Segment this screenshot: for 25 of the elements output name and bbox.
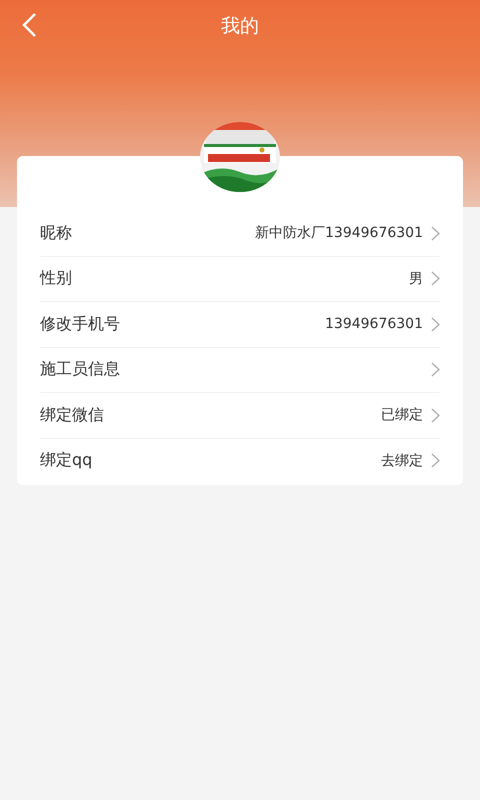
chevron-right-icon	[431, 362, 440, 378]
settings-row[interactable]: 昵称 新中防水厂13949676301	[40, 211, 440, 256]
chevron-right-icon	[431, 271, 440, 286]
row-value: 新中防水厂13949676301	[255, 224, 423, 242]
chevron-right-icon	[431, 316, 440, 332]
row-value: 13949676301	[325, 316, 423, 332]
row-label: 性别	[40, 268, 73, 290]
settings-row[interactable]: 修改手机号 13949676301	[40, 302, 440, 348]
chevron-right-icon	[431, 408, 440, 423]
page-title: 我的	[221, 14, 259, 39]
chevron-right-icon	[431, 453, 440, 468]
back-icon	[21, 12, 37, 38]
row-value: 男	[409, 270, 423, 288]
row-value: 已绑定	[381, 406, 423, 424]
row-label: 绑定微信	[40, 404, 105, 426]
row-value: 去绑定	[381, 452, 423, 470]
row-label: 绑定qq	[40, 450, 94, 472]
settings-row[interactable]: 施工员信息	[40, 348, 440, 393]
settings-row[interactable]: 性别 男	[40, 256, 440, 302]
chevron-right-icon	[431, 226, 440, 241]
row-label: 修改手机号	[40, 314, 121, 335]
settings-row[interactable]: 绑定qq 去绑定	[40, 438, 440, 483]
settings-row[interactable]: 绑定微信 已绑定	[40, 393, 440, 438]
row-label: 昵称	[40, 222, 73, 244]
row-label: 施工员信息	[40, 359, 121, 380]
